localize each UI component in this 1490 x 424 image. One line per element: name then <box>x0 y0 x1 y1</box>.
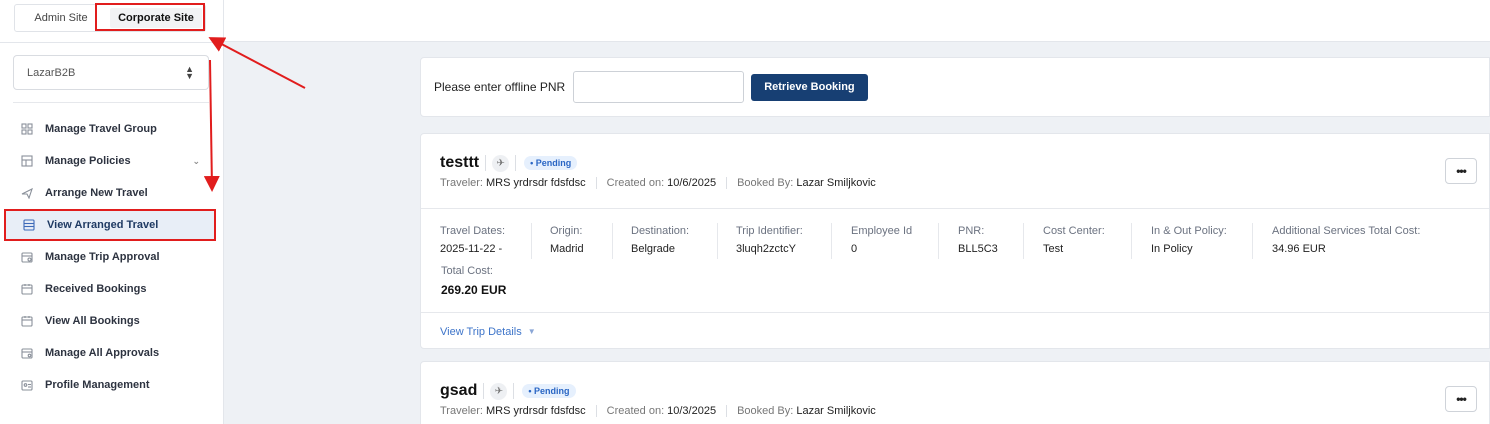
booking-details: Travel Dates: 2025-11-22 - Origin: Madrid … <box>421 209 1489 313</box>
plane-icon: ✈ <box>492 154 510 172</box>
booking-meta: Traveler: MRS yrdrsdr fdsfdsc Created on:… <box>440 177 876 189</box>
view-trip-details-link[interactable]: View Trip Details ▼ <box>421 313 1489 350</box>
sidebar-nav: Manage Travel Group Manage Policies ⌄ Ar… <box>0 113 224 401</box>
field-travel-dates: Travel Dates: 2025-11-22 - <box>440 225 506 255</box>
booking-header: testtt ✈ • Pending Traveler: MRS yrdrsdr … <box>421 134 1489 209</box>
field-total-cost: Total Cost: 269.20 EUR <box>441 265 507 297</box>
sort-caret-icon: ▲ ▼ <box>185 64 194 81</box>
sidebar-item-manage-policies[interactable]: Manage Policies ⌄ <box>0 145 224 177</box>
sidebar-item-label: View All Bookings <box>45 315 140 327</box>
calendar-gear-icon <box>20 347 33 360</box>
company-select[interactable]: LazarB2B ▲ ▼ <box>13 55 209 90</box>
pnr-input[interactable] <box>573 71 745 103</box>
sidebar-item-manage-trip-approval[interactable]: Manage Trip Approval <box>0 241 224 273</box>
booked-by-value: Lazar Smiljkovic <box>796 405 876 417</box>
divider <box>515 155 517 171</box>
meta-label: Created on: <box>606 405 665 417</box>
field-policy: In & Out Policy: In Policy <box>1151 225 1227 255</box>
plane-icon <box>20 187 33 200</box>
view-trip-details-label: View Trip Details <box>440 325 522 338</box>
field-trip-identifier: Trip Identifier: 3luqh2zctcY <box>736 225 803 255</box>
plane-icon: ✈ <box>490 382 508 400</box>
field-employee-id: Employee Id 0 <box>851 225 913 255</box>
booking-title-row: gsad ✈ • Pending <box>440 382 576 400</box>
traveler-value: MRS yrdrsdr fdsfdsc <box>486 405 586 417</box>
sidebar-item-label: Manage Trip Approval <box>45 251 160 263</box>
divider <box>485 155 487 171</box>
grid-icon <box>20 123 33 136</box>
sidebar-item-profile-management[interactable]: Profile Management <box>0 369 224 401</box>
booking-card: gsad ✈ • Pending Traveler: MRS yrdrsdr fd… <box>420 361 1490 424</box>
booked-by-value: Lazar Smiljkovic <box>796 177 876 189</box>
booking-header: gsad ✈ • Pending Traveler: MRS yrdrsdr fd… <box>421 362 1489 424</box>
sidebar-item-label: Profile Management <box>45 379 150 391</box>
sidebar-item-received-bookings[interactable]: Received Bookings <box>0 273 224 305</box>
top-bar <box>224 0 1490 42</box>
created-on-value: 10/6/2025 <box>667 177 717 189</box>
sidebar-item-label: View Arranged Travel <box>47 219 159 231</box>
field-destination: Destination: Belgrade <box>631 225 690 255</box>
calendar-check-icon <box>20 251 33 264</box>
sidebar-item-label: Manage Policies <box>45 155 131 167</box>
pnr-label: Please enter offline PNR <box>434 80 566 94</box>
status-badge: • Pending <box>522 384 576 398</box>
site-switcher: Admin Site Corporate Site <box>14 4 206 32</box>
sidebar-item-manage-all-approvals[interactable]: Manage All Approvals <box>0 337 224 369</box>
field-cost-center: Cost Center: Test <box>1043 225 1105 255</box>
sidebar: Admin Site Corporate Site LazarB2B ▲ ▼ Ma… <box>0 0 224 424</box>
booking-card: testtt ✈ • Pending Traveler: MRS yrdrsdr … <box>420 133 1490 349</box>
meta-label: Traveler: <box>440 177 483 189</box>
divider <box>0 42 224 43</box>
retrieve-booking-button[interactable]: Retrieve Booking <box>751 73 868 101</box>
id-card-icon <box>20 379 33 392</box>
sidebar-item-label: Manage Travel Group <box>45 123 157 135</box>
tab-admin-site[interactable]: Admin Site <box>15 5 107 31</box>
calendar-icon <box>20 315 33 328</box>
list-icon <box>22 219 35 232</box>
meta-label: Created on: <box>606 177 665 189</box>
booking-title-row: testtt ✈ • Pending <box>440 154 578 172</box>
field-origin: Origin: Madrid <box>550 225 584 255</box>
tab-corporate-site[interactable]: Corporate Site <box>110 8 202 28</box>
company-select-value: LazarB2B <box>27 66 76 79</box>
booking-name: testtt <box>440 154 480 171</box>
meta-label: Traveler: <box>440 405 483 417</box>
sidebar-item-view-all-bookings[interactable]: View All Bookings <box>0 305 224 337</box>
booking-name: gsad <box>440 382 478 399</box>
sidebar-item-view-arranged-travel[interactable]: View Arranged Travel <box>4 209 216 241</box>
booking-meta: Traveler: MRS yrdrsdr fdsfdsc Created on:… <box>440 405 876 417</box>
chevron-down-icon: ▼ <box>527 327 536 336</box>
meta-label: Booked By: <box>737 405 794 417</box>
calendar-icon <box>20 283 33 296</box>
offline-pnr-card: Please enter offline PNR Retrieve Bookin… <box>420 57 1490 117</box>
sidebar-item-manage-travel-group[interactable]: Manage Travel Group <box>0 113 224 145</box>
created-on-value: 10/3/2025 <box>667 405 717 417</box>
chevron-down-icon[interactable]: ⌄ <box>192 156 200 167</box>
arrow-to-corporate-site <box>208 37 306 89</box>
status-badge: • Pending <box>524 156 578 170</box>
divider <box>513 383 515 399</box>
more-options-button[interactable]: ••• <box>1445 158 1477 184</box>
traveler-value: MRS yrdrsdr fdsfdsc <box>486 177 586 189</box>
field-additional-services: Additional Services Total Cost: 34.96 EUR <box>1272 225 1421 255</box>
sidebar-item-arrange-new-travel[interactable]: Arrange New Travel <box>0 177 224 209</box>
divider <box>483 383 485 399</box>
sidebar-item-label: Manage All Approvals <box>45 347 160 359</box>
sidebar-item-label: Received Bookings <box>45 283 147 295</box>
sidebar-item-label: Arrange New Travel <box>45 187 148 199</box>
field-pnr: PNR: BLL5C3 <box>958 225 998 255</box>
more-options-button[interactable]: ••• <box>1445 386 1477 412</box>
table-icon <box>20 155 33 168</box>
divider <box>13 102 209 103</box>
meta-label: Booked By: <box>737 177 794 189</box>
